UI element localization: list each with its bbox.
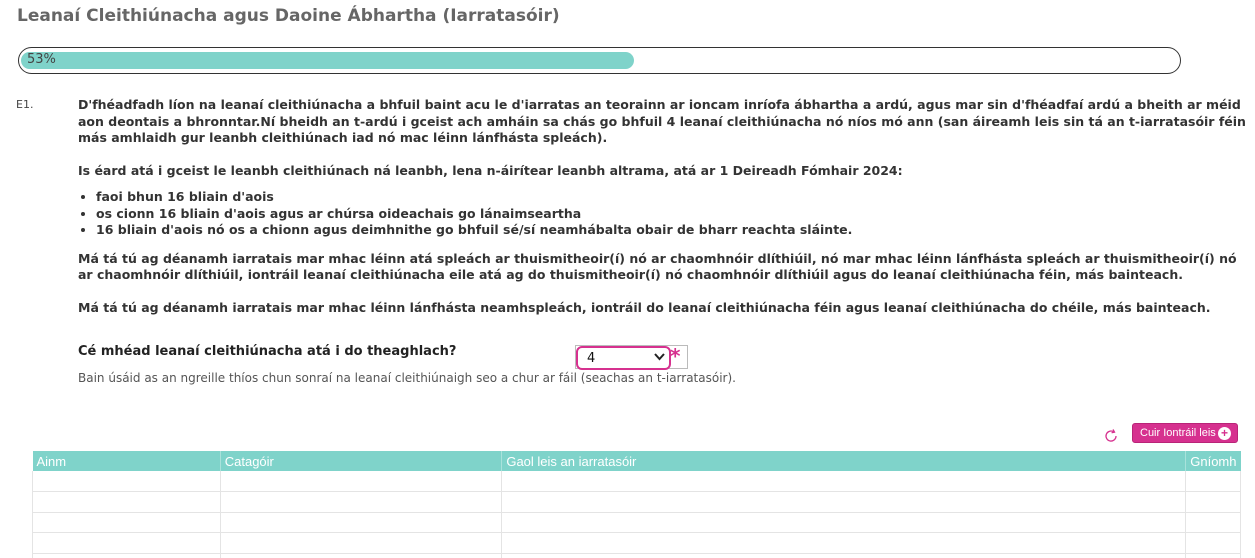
table-cell (501, 471, 1187, 492)
table-row[interactable] (32, 491, 1241, 513)
table-cell (219, 553, 503, 558)
intro-paragraph: D'fhéadfadh líon na leanaí cleithiúnacha… (78, 97, 1246, 145)
table-row[interactable] (32, 553, 1241, 558)
progress-bar: 53% (18, 47, 1181, 74)
list-item: faoi bhun 16 bliain d'aois (96, 189, 1253, 206)
column-header-name[interactable]: Ainm (32, 451, 221, 471)
table-cell (501, 532, 1187, 554)
table-row[interactable] (32, 471, 1241, 492)
definition-list: faoi bhun 16 bliain d'aois os cionn 16 b… (96, 189, 1253, 239)
question-content: D'fhéadfadh líon na leanaí cleithiúnacha… (78, 97, 1253, 316)
table-cell (32, 471, 221, 492)
dependents-grid: Ainm Catagóir Gaol leis an iarratasóir G… (32, 451, 1241, 558)
table-cell (32, 491, 221, 513)
independent-student-paragraph: Má tá tú ag déanamh iarratais mar mhac l… (78, 299, 1211, 315)
list-item: 16 bliain d'aois nó os a chionn agus dei… (96, 222, 1253, 239)
table-cell (1185, 532, 1241, 554)
page-title: Leanaí Cleithiúnacha agus Daoine Ábharth… (17, 6, 560, 26)
definition-paragraph: Is éard atá i gceist le leanbh cleithiún… (78, 162, 903, 178)
table-cell (32, 512, 221, 533)
column-header-category[interactable]: Catagóir (220, 451, 503, 471)
chevron-down-icon (654, 353, 665, 364)
table-row[interactable] (32, 532, 1241, 554)
refresh-icon[interactable] (1103, 428, 1119, 444)
add-entry-label: Cuir Iontráil leis (1140, 427, 1216, 439)
table-cell (1185, 471, 1241, 492)
table-cell (32, 553, 221, 558)
required-marker: * (670, 344, 681, 368)
table-cell (32, 532, 221, 554)
table-cell (219, 512, 503, 533)
table-cell (1185, 553, 1241, 558)
table-cell (501, 512, 1187, 533)
select-value: 4 (587, 351, 596, 366)
progress-fill (21, 52, 634, 69)
progress-label: 53% (27, 52, 56, 67)
column-header-action: Gníomh (1185, 451, 1241, 471)
grid-header-row: Ainm Catagóir Gaol leis an iarratasóir G… (32, 451, 1241, 471)
table-cell (219, 532, 503, 554)
table-cell (501, 491, 1187, 513)
plus-circle-icon: + (1218, 427, 1231, 440)
table-cell (501, 553, 1187, 558)
children-count-label: Cé mhéad leanaí cleithiúnacha atá i do t… (78, 344, 457, 359)
table-row[interactable] (32, 512, 1241, 533)
question-number: E1. (16, 98, 34, 111)
grid-help-text: Bain úsáid as an ngreille thíos chun son… (78, 371, 736, 385)
dependent-student-paragraph: Má tá tú ag déanamh iarratais mar mhac l… (78, 250, 1237, 283)
column-header-relationship[interactable]: Gaol leis an iarratasóir (501, 451, 1187, 471)
table-cell (1185, 512, 1241, 533)
children-count-select[interactable]: 4 (576, 346, 671, 370)
add-entry-button[interactable]: Cuir Iontráil leis + (1132, 423, 1238, 443)
list-item: os cionn 16 bliain d'aois agus ar chúrsa… (96, 206, 1253, 223)
table-cell (219, 491, 503, 513)
table-cell (1185, 491, 1241, 513)
table-cell (219, 471, 503, 492)
